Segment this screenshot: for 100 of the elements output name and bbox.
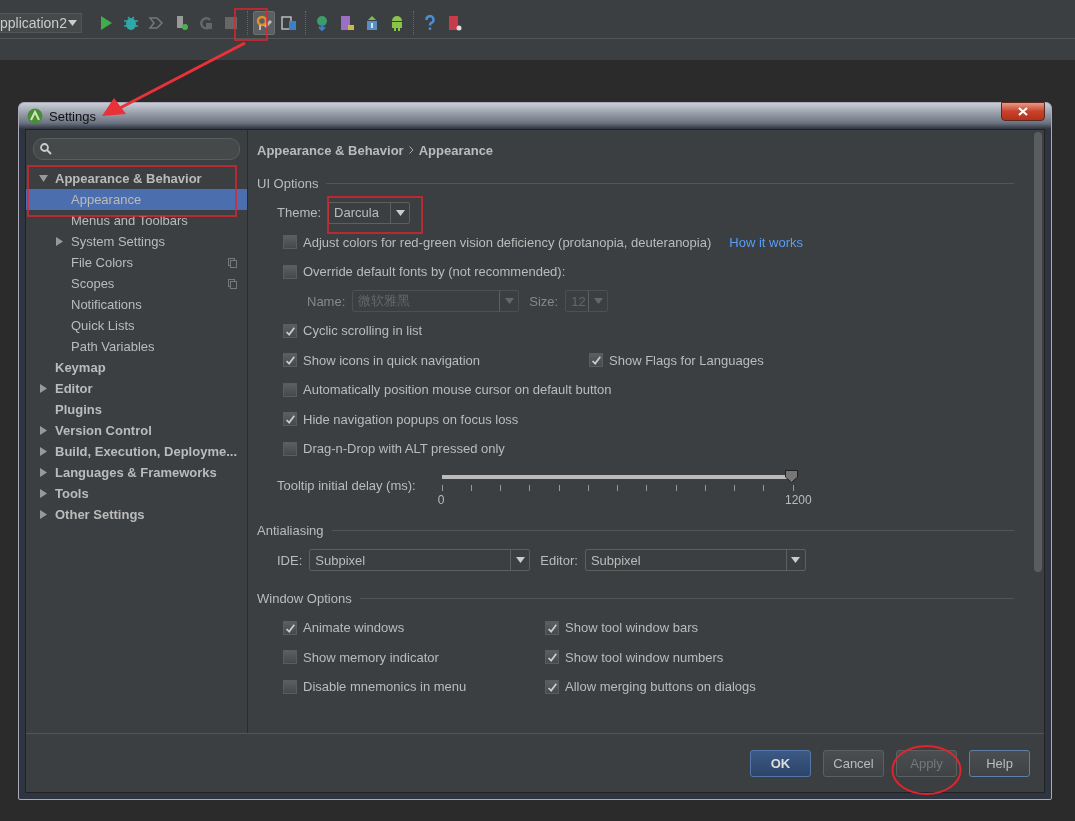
checkbox[interactable] [589, 353, 603, 368]
sync-icon [314, 15, 330, 31]
checkbox[interactable] [545, 650, 559, 665]
checkbox-label: Adjust colors for red-green vision deficiency (protanopia, deuteranopia) [303, 234, 712, 250]
caret-icon [593, 298, 603, 305]
breadcrumb-item: Appearance & Behavior [257, 142, 404, 158]
caret-icon [68, 20, 77, 26]
tree-item[interactable]: Scopes [26, 273, 247, 294]
tree-item[interactable]: System Settings [26, 231, 247, 252]
collapsed-arrow-icon [39, 468, 48, 477]
section-title: UI Options [257, 175, 319, 191]
checkbox-label: Animate windows [303, 620, 405, 636]
field-label: Size: [529, 293, 559, 309]
checkbox[interactable] [283, 264, 297, 279]
checkbox-label: Override default fonts by (not recommended): [303, 264, 566, 280]
checkbox[interactable] [283, 412, 297, 427]
checkbox[interactable] [283, 620, 297, 635]
caret-icon [791, 557, 801, 564]
min-label: 0 [437, 492, 445, 507]
checkbox-label: Disable mnemonics in menu [303, 679, 467, 695]
checkbox-label: Allow merging buttons on dialogs [565, 679, 756, 695]
download-box-icon [364, 15, 380, 31]
tree-item[interactable]: Plugins [26, 399, 247, 420]
close-button[interactable] [1001, 102, 1045, 121]
collapsed-arrow-icon [55, 237, 64, 246]
tree-item[interactable]: File Colors [26, 252, 247, 273]
checkbox-label: Show Flags for Languages [609, 352, 764, 368]
scrollbar[interactable] [1034, 132, 1042, 572]
tree-item[interactable]: Keymap [26, 357, 247, 378]
tree-item[interactable]: Tools [26, 483, 247, 504]
dropdown[interactable]: Darcula [328, 201, 411, 224]
tree-item[interactable]: Path Variables [26, 336, 247, 357]
checkbox-label: Cyclic scrolling in list [303, 323, 423, 339]
checkbox-label: Show memory indicator [303, 649, 439, 665]
checkbox[interactable] [283, 679, 297, 694]
field-label: IDE: [277, 552, 303, 568]
tree-item[interactable]: Version Control [26, 420, 247, 441]
run-config-dropdown[interactable]: pplication2 [0, 13, 82, 33]
highlight-ellipse [891, 744, 962, 796]
collapsed-arrow-icon [39, 426, 48, 435]
tree-item[interactable]: Languages & Frameworks [26, 462, 247, 483]
highlight-box [234, 8, 268, 41]
tree-item[interactable]: Quick Lists [26, 315, 247, 336]
checkbox[interactable] [545, 679, 559, 694]
android-icon [27, 108, 43, 124]
dialog-button[interactable]: OK [750, 749, 811, 777]
tree-item[interactable]: Editor [26, 378, 247, 399]
grid-icon [281, 15, 297, 31]
dialog-button[interactable]: Help [969, 749, 1030, 777]
checkbox[interactable] [545, 620, 559, 635]
checkbox[interactable] [283, 441, 297, 456]
max-label: 1200 [785, 492, 812, 507]
checkbox-label: Show tool window numbers [565, 649, 724, 665]
breadcrumb-item: Appearance [418, 142, 494, 158]
android-icon [389, 15, 405, 31]
collapsed-arrow-icon [39, 510, 48, 519]
help-icon [422, 15, 438, 31]
caret-icon [504, 298, 514, 305]
wrench-gear-icon [256, 15, 272, 31]
help-link[interactable]: How it works [729, 234, 803, 250]
checkbox[interactable] [283, 235, 297, 250]
caret-icon [395, 209, 405, 216]
tree-item[interactable]: Other Settings [26, 504, 247, 525]
field-label: Name: [307, 293, 346, 309]
field-label: Theme: [277, 205, 322, 221]
checkbox-label: Automatically position mouse cursor on default button [303, 382, 612, 398]
checkbox-label: Show icons in quick navigation [303, 352, 481, 368]
tree-item[interactable]: Appearance & Behavior [26, 168, 247, 189]
phone-icon [339, 15, 355, 31]
search-field[interactable] [33, 138, 240, 160]
collapsed-arrow-icon [39, 447, 48, 456]
checkbox[interactable] [283, 323, 297, 338]
checkbox-label: Show tool window bars [565, 620, 698, 636]
checkbox-label: Drag-n-Drop with ALT pressed only [303, 441, 505, 457]
checkbox[interactable] [283, 650, 297, 665]
dropdown[interactable]: Subpixel [309, 549, 531, 572]
bug-icon [123, 15, 139, 31]
toolbar-button[interactable] [253, 11, 275, 35]
collapsed-arrow-icon [39, 489, 48, 498]
close-icon [1018, 107, 1028, 116]
tree-item[interactable]: Build, Execution, Deployme... [26, 441, 247, 462]
dropdown[interactable]: Subpixel [584, 549, 806, 572]
caret-icon [515, 557, 525, 564]
slider-label: Tooltip initial delay (ms): [277, 478, 416, 493]
section-title: Window Options [257, 590, 352, 606]
window-title: Settings [49, 108, 96, 124]
tree-item[interactable]: Menus and Toolbars [26, 210, 247, 231]
dialog-button[interactable]: Cancel [823, 749, 884, 777]
tree-item[interactable]: Notifications [26, 294, 247, 315]
run-icon [98, 15, 114, 31]
collapsed-arrow-icon [39, 384, 48, 393]
section-title: Antialiasing [257, 523, 324, 538]
field-label: Editor: [540, 552, 578, 568]
chevron-icon [408, 146, 414, 154]
checkbox[interactable] [283, 382, 297, 397]
checkbox[interactable] [283, 353, 297, 368]
expanded-arrow-icon [39, 174, 48, 183]
search-icon [40, 143, 52, 155]
slider-thumb[interactable] [784, 469, 798, 483]
checkbox-label: Hide navigation popups on focus loss [303, 411, 519, 427]
